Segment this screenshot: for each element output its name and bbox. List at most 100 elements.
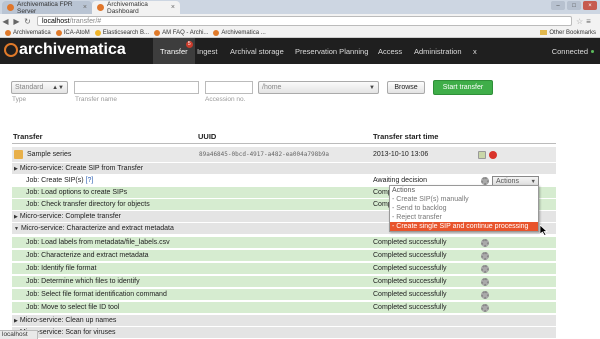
bookmark-star-icon[interactable]: ☆ <box>576 17 583 26</box>
actions-option[interactable]: - Create SIP(s) manually <box>390 195 538 204</box>
url-path: /transfer/# <box>69 17 102 25</box>
job-status: Completed successfully <box>373 265 447 272</box>
window-controls: – □ × <box>551 1 597 10</box>
transfer-folder-icon <box>14 150 23 159</box>
transfer-uuid: 89a46845-0bcd-4917-a482-ea004a798b9a <box>199 151 330 158</box>
app-navbar: archivematica Transfer 5 Ingest Archival… <box>0 38 600 64</box>
nav-archival-storage[interactable]: Archival storage <box>223 38 291 64</box>
transfer-name: Sample series <box>27 151 72 158</box>
microservice-label: Micro-service: Clean up names <box>19 317 117 324</box>
microservice-row[interactable]: ▶ Micro-service: Clean up names <box>12 314 556 326</box>
mouse-cursor-icon <box>540 225 548 236</box>
job-row[interactable]: Job: Characterize and extract metadata C… <box>12 249 556 261</box>
bookmark-label: Elasticsearch B... <box>102 29 150 36</box>
gear-icon[interactable] <box>481 177 489 185</box>
back-icon[interactable]: ◀ <box>0 17 11 26</box>
bookmark-item[interactable]: Elasticsearch B... <box>94 29 150 36</box>
bookmark-item[interactable]: Archivematica <box>5 29 51 36</box>
nav-label: Administration <box>414 46 462 56</box>
status-dot-icon <box>591 50 594 53</box>
favicon-icon <box>97 4 104 11</box>
microservice-row[interactable]: ▶Micro-service: Scan for viruses <box>12 326 556 338</box>
forward-icon[interactable]: ▶ <box>11 17 22 26</box>
actions-option[interactable]: - Reject transfer <box>390 213 538 222</box>
gear-icon[interactable] <box>481 265 489 273</box>
url-host: localhost <box>42 17 70 25</box>
bookmark-item[interactable]: AM FAQ - Archi... <box>154 29 208 36</box>
chevron-down-icon: ▲▼ <box>52 84 64 91</box>
expand-triangle-icon: ▶ <box>14 318 18 324</box>
job-row[interactable]: Job: Select file format identification c… <box>12 288 556 300</box>
nav-ingest[interactable]: Ingest <box>190 38 224 64</box>
nav-user-menu[interactable]: x <box>466 38 484 64</box>
expand-triangle-icon: ▶ <box>14 214 18 220</box>
elasticsearch-icon <box>94 29 101 36</box>
nav-transfer[interactable]: Transfer 5 <box>153 38 195 64</box>
reload-icon[interactable]: ↻ <box>22 17 33 26</box>
nav-preservation-planning[interactable]: Preservation Planning <box>288 38 375 64</box>
help-link[interactable]: [?] <box>86 177 94 184</box>
actions-option-highlighted[interactable]: - Create single SIP and continue process… <box>390 222 538 231</box>
transfer-row[interactable]: Sample series 89a46845-0bcd-4917-a482-ea… <box>12 147 556 162</box>
nav-label: Archival storage <box>230 46 284 56</box>
browse-button[interactable]: Browse <box>387 81 425 94</box>
bookmark-item[interactable]: Archivematica ... <box>213 29 266 36</box>
job-status: Completed successfully <box>373 252 447 259</box>
job-status: Completed successfully <box>373 304 447 311</box>
transfer-type-select[interactable]: Standard ▲▼ <box>11 81 68 94</box>
microservice-row[interactable]: ▶ Micro-service: Create SIP from Transfer <box>12 162 556 174</box>
nav-access[interactable]: Access <box>371 38 409 64</box>
other-bookmarks-label: Other Bookmarks <box>549 29 596 36</box>
bookmark-item[interactable]: ICA-AtoM <box>55 29 90 36</box>
gear-icon[interactable] <box>481 239 489 247</box>
actions-select-value: Actions <box>496 178 519 185</box>
job-label: Job: Select file format identification c… <box>26 291 167 298</box>
bookmarks-bar: Archivematica ICA-AtoM Elasticsearch B..… <box>0 28 600 38</box>
gear-icon[interactable] <box>481 291 489 299</box>
gear-icon[interactable] <box>481 252 489 260</box>
header-start-time: Transfer start time <box>373 132 439 141</box>
chevron-down-icon: ▼ <box>530 178 536 185</box>
nav-administration[interactable]: Administration <box>407 38 469 64</box>
close-window-icon[interactable]: × <box>583 1 597 10</box>
microservice-label: Micro-service: Characterize and extract … <box>20 225 174 232</box>
close-icon[interactable]: × <box>171 4 175 11</box>
logo-text: archivematica <box>19 41 126 58</box>
accession-number-input[interactable] <box>205 81 253 94</box>
transfer-name-input[interactable] <box>74 81 199 94</box>
job-row[interactable]: Job: Move to select file ID tool Complet… <box>12 301 556 313</box>
close-icon[interactable]: × <box>83 4 87 11</box>
job-row[interactable]: Job: Identify file format Completed succ… <box>12 262 556 274</box>
other-bookmarks[interactable]: Other Bookmarks <box>540 30 596 36</box>
browser-tab-dashboard[interactable]: Archivematica Dashboard × <box>92 0 180 15</box>
job-status: Completed successfully <box>373 278 447 285</box>
maximize-icon[interactable]: □ <box>567 1 581 10</box>
gear-icon[interactable] <box>481 278 489 286</box>
start-transfer-button[interactable]: Start transfer <box>433 80 493 95</box>
job-label: Job: Determine which files to identify <box>26 278 140 285</box>
gear-icon[interactable] <box>481 304 489 312</box>
tab-label: Archivematica Dashboard <box>107 0 148 15</box>
actions-option[interactable]: Actions <box>390 186 538 195</box>
logo-mark-icon <box>4 43 18 57</box>
nav-label: x <box>473 46 477 56</box>
metadata-icon[interactable] <box>478 151 486 159</box>
address-bar[interactable]: localhost/transfer/# <box>37 16 572 26</box>
job-label: Job: Identify file format <box>26 265 97 272</box>
browser-tab-fpr[interactable]: Archivematica FPR Server × <box>2 0 92 15</box>
remove-icon[interactable] <box>489 151 497 159</box>
archivematica-logo[interactable]: archivematica <box>4 41 126 59</box>
tab-label: Archivematica FPR Server <box>17 0 73 15</box>
source-path-select[interactable]: /home ▼ <box>258 81 379 94</box>
job-status: Completed successfully <box>373 291 447 298</box>
nav-label: Transfer <box>160 46 188 56</box>
menu-icon[interactable]: ≡ <box>586 17 591 26</box>
job-label: Job: Move to select file ID tool <box>26 304 120 311</box>
source-path-value: /home <box>262 84 282 91</box>
job-row[interactable]: Job: Determine which files to identify C… <box>12 275 556 287</box>
nav-label: Access <box>378 46 403 56</box>
actions-option[interactable]: - Send to backlog <box>390 204 538 213</box>
bookmark-label: ICA-AtoM <box>63 29 90 36</box>
job-row[interactable]: Job: Load labels from metadata/file_labe… <box>12 236 556 248</box>
minimize-icon[interactable]: – <box>551 1 565 10</box>
